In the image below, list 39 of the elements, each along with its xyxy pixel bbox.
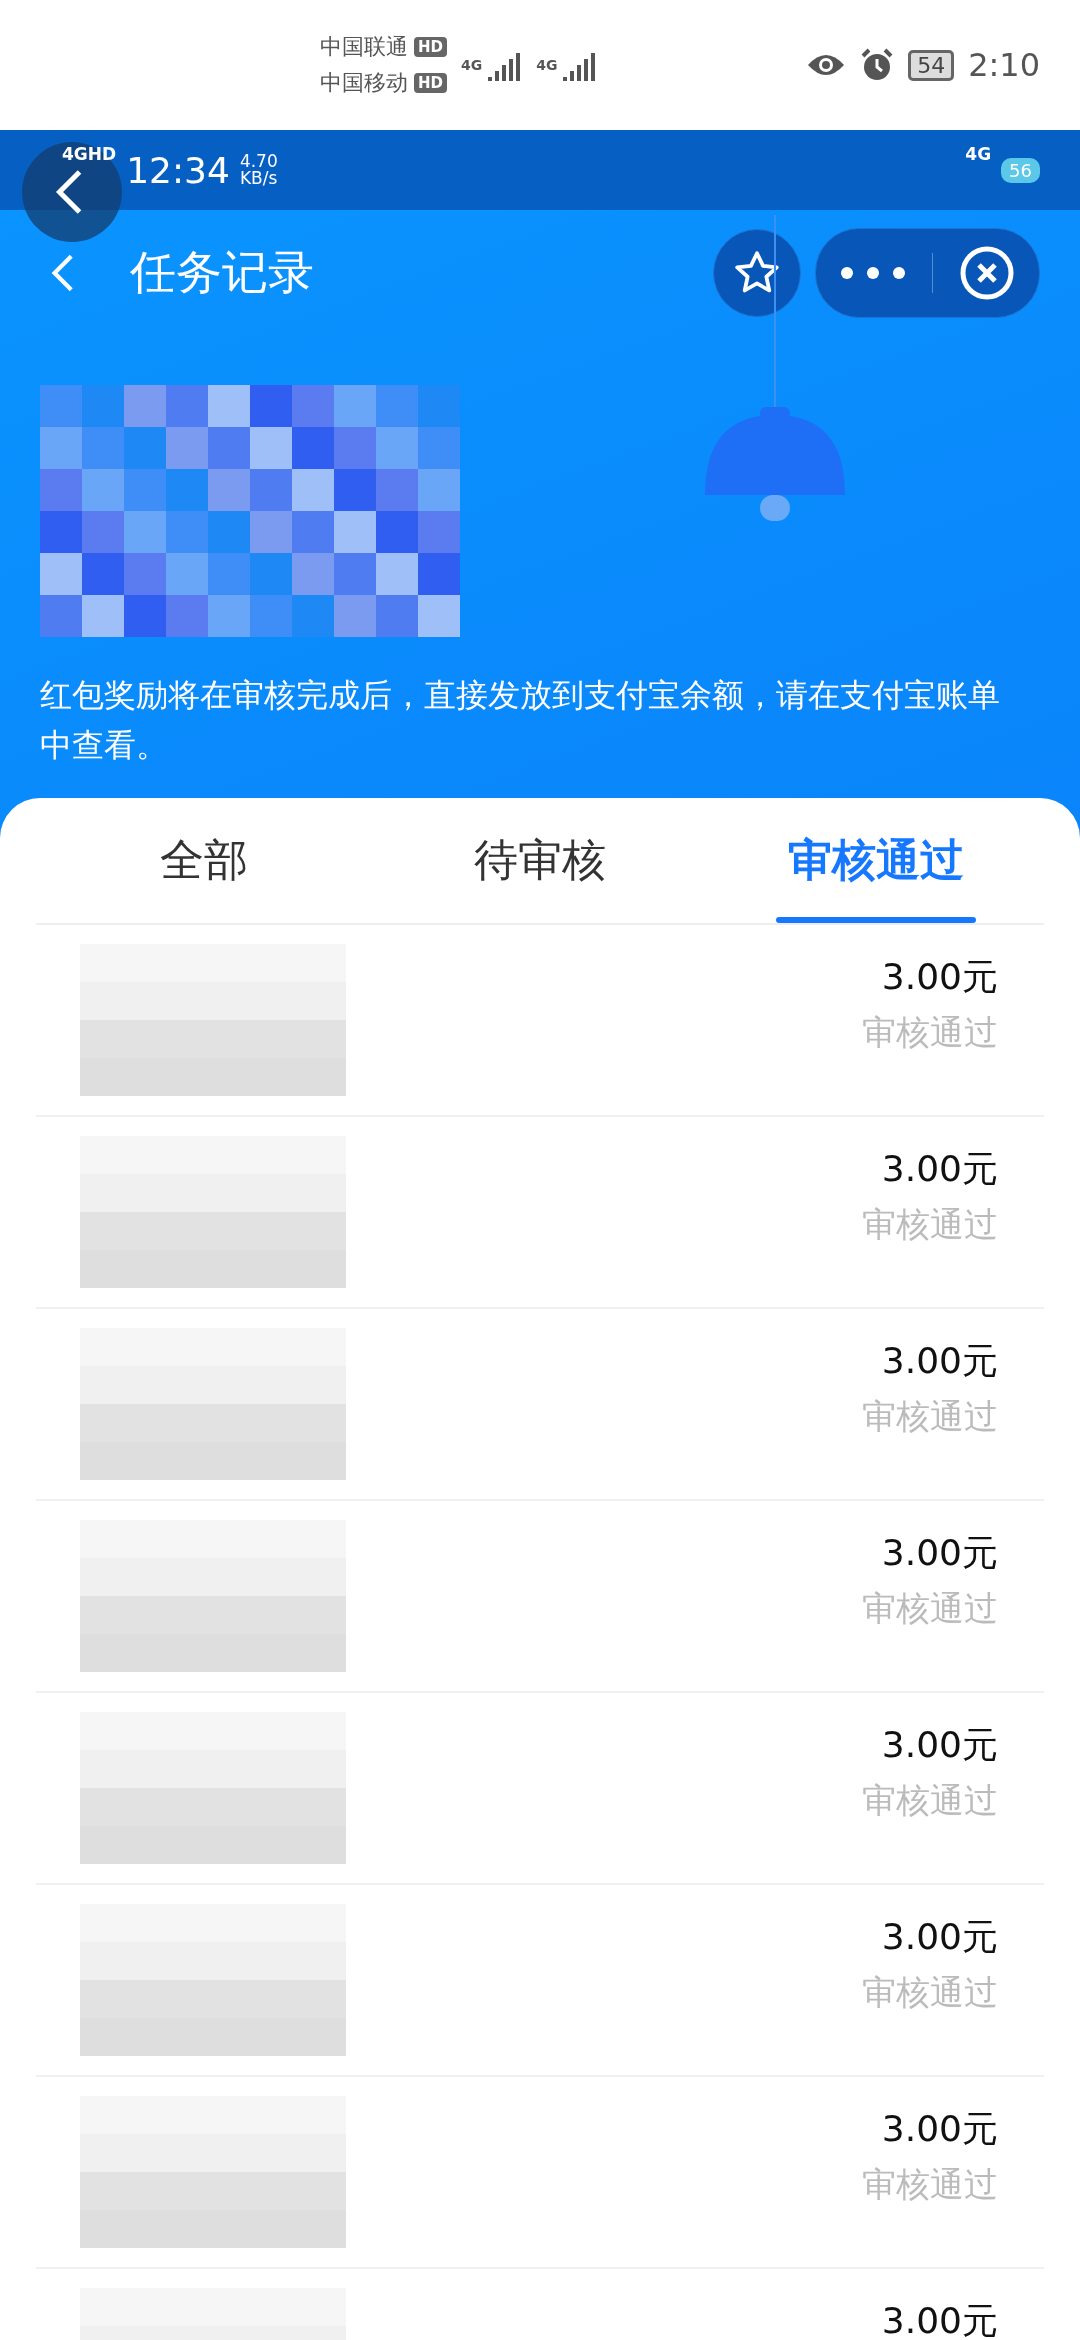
reward-amount: 3.00元 <box>881 955 998 999</box>
close-button[interactable] <box>959 244 1015 301</box>
reward-amount: 3.00元 <box>881 2107 998 2151</box>
review-status: 审核通过 <box>862 1971 998 2014</box>
network-label: 4G <box>461 57 483 73</box>
filter-tab[interactable]: 审核通过 <box>708 798 1044 923</box>
review-status: 审核通过 <box>862 1395 998 1438</box>
reward-amount: 3.00元 <box>881 1531 998 1575</box>
reward-amount: 3.00元 <box>881 1147 998 1191</box>
carrier-name: 中国移动 <box>320 69 408 97</box>
reward-amount: 3.00元 <box>881 1723 998 1767</box>
reward-amount: 3.00元 <box>881 2299 998 2340</box>
filter-tab[interactable]: 待审核 <box>372 798 708 923</box>
notification-badge: 56 <box>1001 157 1040 183</box>
review-status: 审核通过 <box>862 2163 998 2206</box>
network-label: 4GHD <box>62 144 117 164</box>
filter-tab[interactable]: 全部 <box>36 798 372 923</box>
battery-level: 54 <box>908 49 955 81</box>
more-button[interactable] <box>840 265 906 280</box>
page-title: 任务记录 <box>130 243 315 301</box>
review-status: 审核通过 <box>862 1011 998 1054</box>
reward-amount: 3.00元 <box>881 1915 998 1959</box>
clock-time: 12:34 <box>126 149 230 191</box>
reward-amount: 3.00元 <box>881 1339 998 1383</box>
network-speed: 4.70 <box>239 153 278 170</box>
review-status: 审核通过 <box>862 1779 998 1822</box>
speed-unit: KB/s <box>239 170 278 187</box>
notice-text: 红包奖励将在审核完成后，直接发放到支付宝余额，请在支付宝账单中查看。 <box>40 675 1001 766</box>
hd-badge: HD <box>414 37 447 57</box>
more-icon <box>840 265 906 280</box>
review-status: 审核通过 <box>862 1203 998 1246</box>
review-status: 审核通过 <box>862 1587 998 1630</box>
alarm-icon <box>860 48 895 82</box>
carrier-name: 中国联通 <box>320 33 408 61</box>
network-label: 4G <box>536 57 558 73</box>
hd-badge: HD <box>414 73 447 93</box>
close-icon <box>959 244 1015 301</box>
clock-time: 2:10 <box>968 46 1040 84</box>
network-label: 4G <box>965 144 992 164</box>
